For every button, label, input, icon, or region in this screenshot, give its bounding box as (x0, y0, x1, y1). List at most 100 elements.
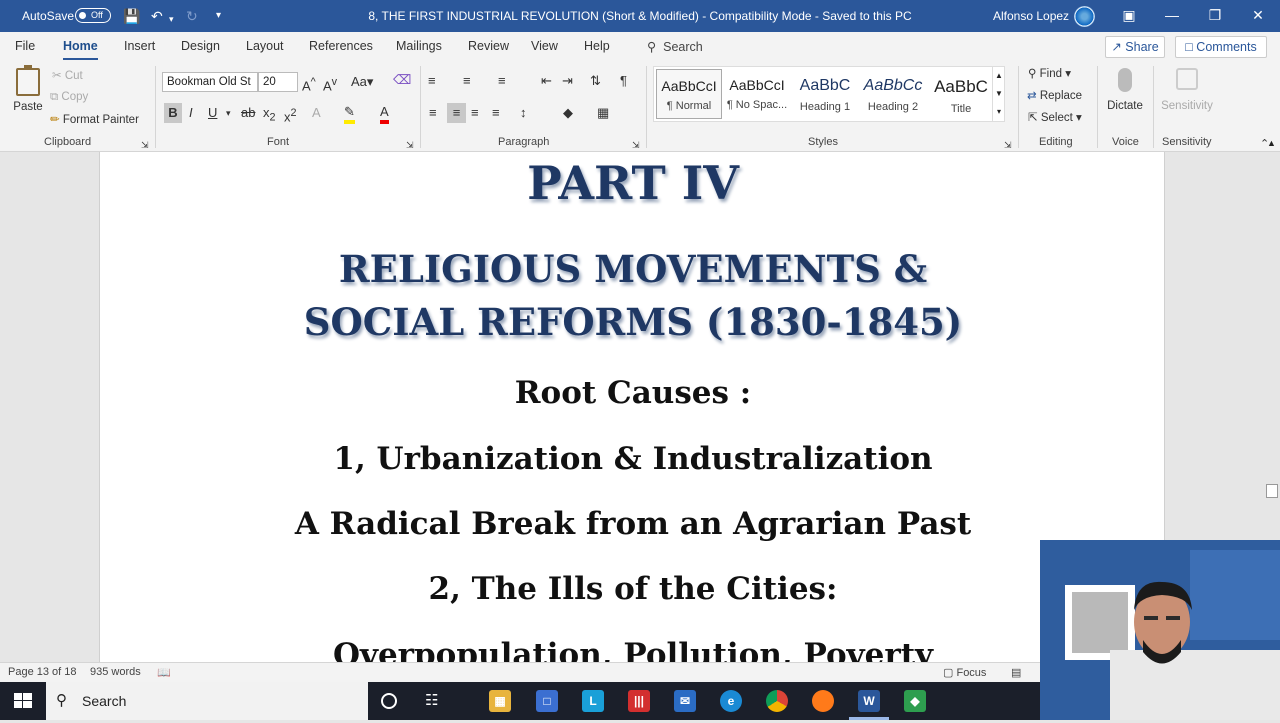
style-heading-2[interactable]: AaBbCc Heading 2 (860, 69, 926, 119)
close-icon[interactable]: ✕ (1243, 4, 1273, 26)
align-left-icon[interactable]: ≡ (429, 105, 437, 121)
tab-home[interactable]: Home (63, 39, 98, 61)
taskbar-search-box[interactable]: ⚲ Search (46, 682, 368, 720)
app-bars-icon[interactable]: ||| (628, 690, 650, 712)
cortana-icon[interactable] (381, 693, 397, 709)
multilevel-list-icon[interactable]: ≡ (498, 73, 506, 89)
taskbar-search-label: Search (82, 693, 127, 709)
cut-button[interactable]: ✂ Cut (52, 68, 83, 82)
app-green-icon[interactable]: ◆ (904, 690, 926, 712)
change-case-button[interactable]: Aa▾ (351, 74, 373, 90)
replace-button[interactable]: ⇄ Replace (1027, 88, 1082, 102)
scissors-icon: ✂ (52, 70, 62, 82)
style-normal[interactable]: AaBbCcI ¶ Normal (656, 69, 722, 119)
shading-icon[interactable]: ◆ (563, 105, 573, 121)
app-l-icon[interactable]: L (582, 690, 604, 712)
clipboard-launcher-icon[interactable]: ⇲ (141, 137, 149, 153)
read-mode-icon[interactable]: ▤ (1011, 666, 1021, 679)
chrome-icon[interactable] (766, 690, 788, 712)
tab-references[interactable]: References (309, 39, 373, 53)
superscript-icon[interactable]: x2 (284, 105, 297, 125)
font-launcher-icon[interactable]: ⇲ (406, 137, 414, 153)
italic-icon[interactable]: I (189, 105, 193, 121)
word-count[interactable]: 935 words (90, 666, 141, 678)
comments-button[interactable]: □ Comments (1175, 36, 1267, 58)
align-right-icon[interactable]: ≡ (471, 105, 479, 121)
page-count[interactable]: Page 13 of 18 (8, 666, 77, 678)
text-effects-icon[interactable]: A (312, 105, 321, 121)
underline-dropdown-icon[interactable]: ▾ (226, 105, 231, 121)
styles-scroll[interactable]: ▲ ▼ ▾ (992, 67, 1005, 121)
file-explorer-icon[interactable]: ▦ (489, 690, 511, 712)
word-icon[interactable]: W (858, 690, 880, 712)
line-spacing-icon[interactable]: ↕ (520, 105, 527, 121)
justify-icon[interactable]: ≡ (492, 105, 500, 121)
dictate-button[interactable]: Dictate (1104, 66, 1146, 130)
tab-file[interactable]: File (15, 39, 35, 53)
numbering-icon[interactable]: ≡ (463, 73, 471, 89)
bullets-icon[interactable]: ≡ (428, 73, 436, 89)
font-name-box[interactable]: Bookman Old St (162, 72, 258, 92)
minimize-icon[interactable]: — (1157, 4, 1187, 26)
store-icon[interactable]: □ (536, 690, 558, 712)
styles-gallery: AaBbCcI ¶ Normal AaBbCcI ¶ No Spac... Aa… (653, 66, 1005, 122)
styles-launcher-icon[interactable]: ⇲ (1004, 137, 1012, 153)
increase-indent-icon[interactable]: ⇥ (562, 73, 573, 89)
customize-toolbar-icon[interactable]: ▾ (216, 8, 221, 24)
edge-icon[interactable]: e (720, 690, 742, 712)
tab-insert[interactable]: Insert (124, 39, 155, 53)
grow-font-icon[interactable]: A^ (302, 74, 316, 94)
firefox-icon[interactable] (812, 690, 834, 712)
document-page[interactable]: PART IV RELIGIOUS MOVEMENTS & SOCIAL REF… (99, 152, 1165, 662)
decrease-indent-icon[interactable]: ⇤ (541, 73, 552, 89)
style-heading-1[interactable]: AaBbC Heading 1 (792, 69, 858, 119)
select-button[interactable]: ⇱ Select ▾ (1028, 110, 1082, 124)
task-view-icon[interactable]: ☷ (425, 691, 438, 709)
tab-mailings[interactable]: Mailings (396, 39, 442, 53)
style-no-spacing[interactable]: AaBbCcI ¶ No Spac... (724, 69, 790, 119)
bold-icon[interactable]: B (164, 103, 182, 123)
tab-view[interactable]: View (531, 39, 558, 53)
scrollbar-thumb[interactable] (1266, 484, 1278, 498)
style-name: Title (950, 103, 972, 115)
ribbon-display-options-icon[interactable]: ▣ (1114, 4, 1144, 26)
align-center-icon[interactable]: ≡ (447, 103, 466, 123)
find-button[interactable]: ⚲ Find ▾ (1028, 66, 1071, 80)
share-button[interactable]: ↗ Share (1105, 36, 1165, 58)
highlight-icon[interactable]: ✎ (344, 104, 355, 124)
tab-design[interactable]: Design (181, 39, 220, 53)
undo-icon[interactable]: ↶ (151, 8, 163, 24)
tab-help[interactable]: Help (584, 39, 610, 53)
user-avatar-icon[interactable] (1074, 6, 1095, 27)
proofing-icon[interactable]: 📖 (157, 666, 171, 679)
ribbon-search[interactable]: ⚲ Search (647, 39, 703, 54)
copy-button[interactable]: ⧉ Copy (50, 91, 88, 104)
paragraph-launcher-icon[interactable]: ⇲ (632, 137, 640, 153)
borders-icon[interactable]: ▦ (597, 105, 609, 121)
strikethrough-icon[interactable]: ab (241, 105, 255, 121)
tab-review[interactable]: Review (468, 39, 509, 53)
undo-dropdown-icon[interactable]: ▾ (169, 11, 174, 27)
mail-icon[interactable]: ✉ (674, 690, 696, 712)
tab-layout[interactable]: Layout (246, 39, 284, 53)
subscript-icon[interactable]: x2 (263, 105, 276, 126)
format-painter-button[interactable]: ✏ Format Painter (50, 112, 139, 126)
style-preview: AaBbC (799, 77, 851, 94)
start-button[interactable] (0, 682, 46, 720)
shrink-font-icon[interactable]: Av (323, 74, 337, 94)
paste-button[interactable]: Paste (10, 64, 46, 126)
user-name[interactable]: Alfonso Lopez (993, 9, 1069, 23)
font-group-label: Font (267, 136, 290, 148)
save-icon[interactable]: 💾 (123, 8, 140, 24)
autosave-toggle[interactable]: Off (75, 8, 111, 23)
sort-icon[interactable]: ⇅ (590, 73, 601, 89)
underline-icon[interactable]: U (208, 105, 217, 121)
focus-button[interactable]: ▢ Focus (943, 666, 986, 679)
font-color-icon[interactable]: A (380, 104, 389, 124)
style-title[interactable]: AaBbC Title (928, 69, 994, 119)
clear-formatting-icon[interactable]: ⌫ (393, 72, 411, 88)
restore-icon[interactable]: ❐ (1200, 4, 1230, 26)
show-formatting-icon[interactable]: ¶ (620, 73, 627, 89)
font-size-box[interactable]: 20 (258, 72, 298, 92)
scroll-up-icon[interactable]: ▲ (1267, 138, 1276, 148)
